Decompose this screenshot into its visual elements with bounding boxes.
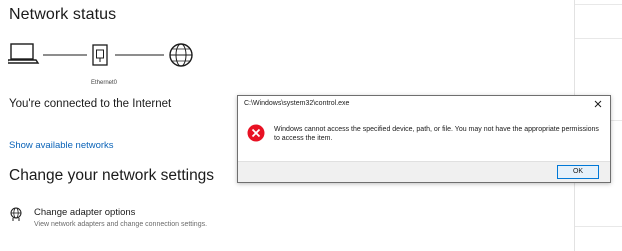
close-icon[interactable]	[592, 98, 604, 110]
dialog-footer: OK	[238, 161, 610, 182]
settings-page: Network status Ethernet0 You're connecte…	[0, 0, 622, 251]
ethernet-port-icon	[92, 44, 108, 66]
panel-divider	[575, 226, 622, 227]
connection-status-text: You're connected to the Internet	[9, 98, 172, 110]
error-icon	[247, 124, 265, 142]
change-settings-heading: Change your network settings	[9, 167, 215, 184]
change-adapter-options-item[interactable]: Change adapter options View network adap…	[9, 206, 309, 232]
page-title: Network status	[9, 6, 117, 23]
adapter-option-description: View network adapters and change connect…	[34, 221, 208, 228]
dialog-title: C:\Windows\system32\control.exe	[244, 100, 350, 107]
laptop-icon	[8, 43, 40, 64]
adapter-globe-icon	[10, 207, 22, 221]
adapter-option-title: Change adapter options	[34, 207, 136, 218]
globe-icon	[169, 43, 193, 67]
error-dialog: C:\Windows\system32\control.exe Windows …	[237, 95, 611, 183]
panel-divider	[575, 4, 622, 5]
dialog-titlebar[interactable]: C:\Windows\system32\control.exe	[238, 96, 610, 114]
dialog-message: Windows cannot access the specified devi…	[274, 126, 599, 142]
adapter-name-label: Ethernet0	[90, 80, 118, 86]
panel-divider	[575, 38, 622, 39]
show-available-networks-link[interactable]: Show available networks	[9, 140, 114, 151]
ok-button[interactable]: OK	[557, 165, 599, 179]
